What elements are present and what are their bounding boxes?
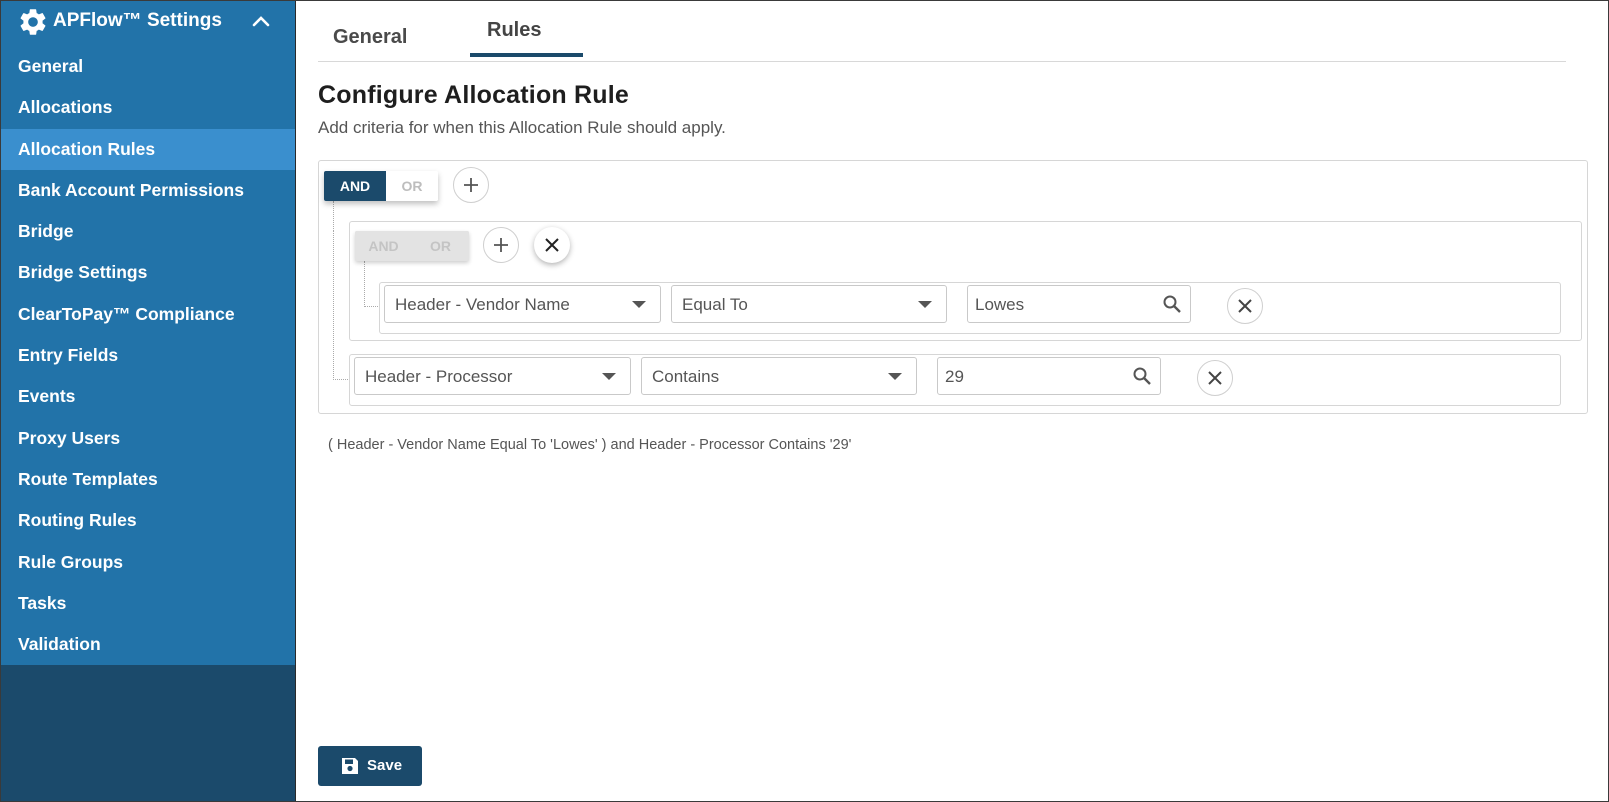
operator-select[interactable]: Equal To (671, 285, 947, 323)
sidebar-item-entry-fields[interactable]: Entry Fields (1, 335, 295, 376)
rule-summary: ( Header - Vendor Name Equal To 'Lowes' … (328, 437, 852, 453)
add-rule-button[interactable] (453, 167, 489, 203)
caret-down-icon (918, 301, 932, 308)
remove-condition-button[interactable] (1227, 288, 1263, 324)
search-icon[interactable] (1162, 294, 1182, 314)
caret-down-icon (632, 301, 646, 308)
sidebar-item-tasks[interactable]: Tasks (1, 583, 295, 624)
sidebar-item-allocation-rules[interactable]: Allocation Rules (1, 128, 295, 170)
caret-down-icon (888, 373, 902, 380)
close-icon (1238, 299, 1252, 313)
plus-icon (464, 178, 478, 192)
search-icon[interactable] (1132, 366, 1152, 386)
remove-group-button[interactable] (534, 227, 570, 263)
add-group-rule-button[interactable] (483, 227, 519, 263)
value-input-text: Lowes (975, 295, 1025, 314)
sidebar-item-proxy-users[interactable]: Proxy Users (1, 418, 295, 459)
root-combinator-toggle: AND OR (324, 171, 438, 201)
sidebar-item-bank-account-permissions[interactable]: Bank Account Permissions (1, 170, 295, 211)
remove-condition-button[interactable] (1197, 360, 1233, 396)
sidebar-item-general[interactable]: General (1, 46, 295, 87)
sidebar-item-bridge-settings[interactable]: Bridge Settings (1, 252, 295, 293)
close-icon (545, 238, 559, 252)
and-option[interactable]: AND (324, 171, 386, 201)
sidebar-item-routing-rules[interactable]: Routing Rules (1, 500, 295, 541)
value-input[interactable]: 29 (937, 357, 1161, 395)
field-select-value: Header - Vendor Name (395, 295, 570, 314)
chevron-up-icon[interactable] (249, 10, 273, 34)
sidebar: APFlow™ Settings General Allocations All… (1, 1, 295, 801)
or-option[interactable]: OR (386, 171, 438, 201)
sidebar-item-bridge[interactable]: Bridge (1, 211, 295, 252)
tab-bar: General Rules (318, 1, 1566, 62)
field-select-value: Header - Processor (365, 367, 513, 386)
operator-select-value: Contains (652, 367, 720, 386)
app-title: APFlow™ Settings (53, 10, 222, 31)
and-option[interactable]: AND (355, 231, 412, 261)
sidebar-item-rule-groups[interactable]: Rule Groups (1, 542, 295, 583)
group-combinator-toggle: AND OR (355, 231, 469, 261)
plus-icon (494, 238, 508, 252)
field-select[interactable]: Header - Vendor Name (384, 285, 661, 323)
operator-select[interactable]: Contains (641, 357, 917, 395)
caret-down-icon (602, 373, 616, 380)
sidebar-nav: General Allocations Allocation Rules Ban… (1, 46, 295, 665)
sidebar-item-route-templates[interactable]: Route Templates (1, 459, 295, 500)
save-button[interactable]: Save (318, 746, 422, 786)
save-label: Save (367, 757, 403, 774)
sidebar-panel: APFlow™ Settings General Allocations All… (1, 1, 295, 665)
save-icon (342, 758, 358, 774)
page-subtitle: Add criteria for when this Allocation Ru… (318, 118, 726, 137)
sidebar-item-allocations[interactable]: Allocations (1, 87, 295, 128)
main-panel: General Rules Configure Allocation Rule … (295, 1, 1608, 801)
field-select[interactable]: Header - Processor (354, 357, 631, 395)
active-tab-indicator (470, 53, 583, 57)
tree-connector (333, 201, 350, 231)
rule-builder: AND OR AND OR Header - Vendor Name Equal… (318, 160, 1588, 414)
sidebar-header: APFlow™ Settings (1, 1, 295, 41)
operator-select-value: Equal To (682, 295, 748, 314)
gear-icon (20, 9, 46, 35)
or-option[interactable]: OR (412, 231, 469, 261)
sidebar-item-events[interactable]: Events (1, 376, 295, 417)
tab-rules[interactable]: Rules (487, 19, 541, 42)
value-input[interactable]: Lowes (967, 285, 1191, 323)
close-icon (1208, 371, 1222, 385)
page-title: Configure Allocation Rule (318, 81, 630, 109)
sidebar-item-cleartopay-compliance[interactable]: ClearToPay™ Compliance (1, 294, 295, 335)
value-input-text: 29 (945, 367, 964, 386)
tab-general[interactable]: General (333, 26, 407, 49)
sidebar-item-validation[interactable]: Validation (1, 624, 295, 665)
tree-connector (333, 231, 350, 380)
